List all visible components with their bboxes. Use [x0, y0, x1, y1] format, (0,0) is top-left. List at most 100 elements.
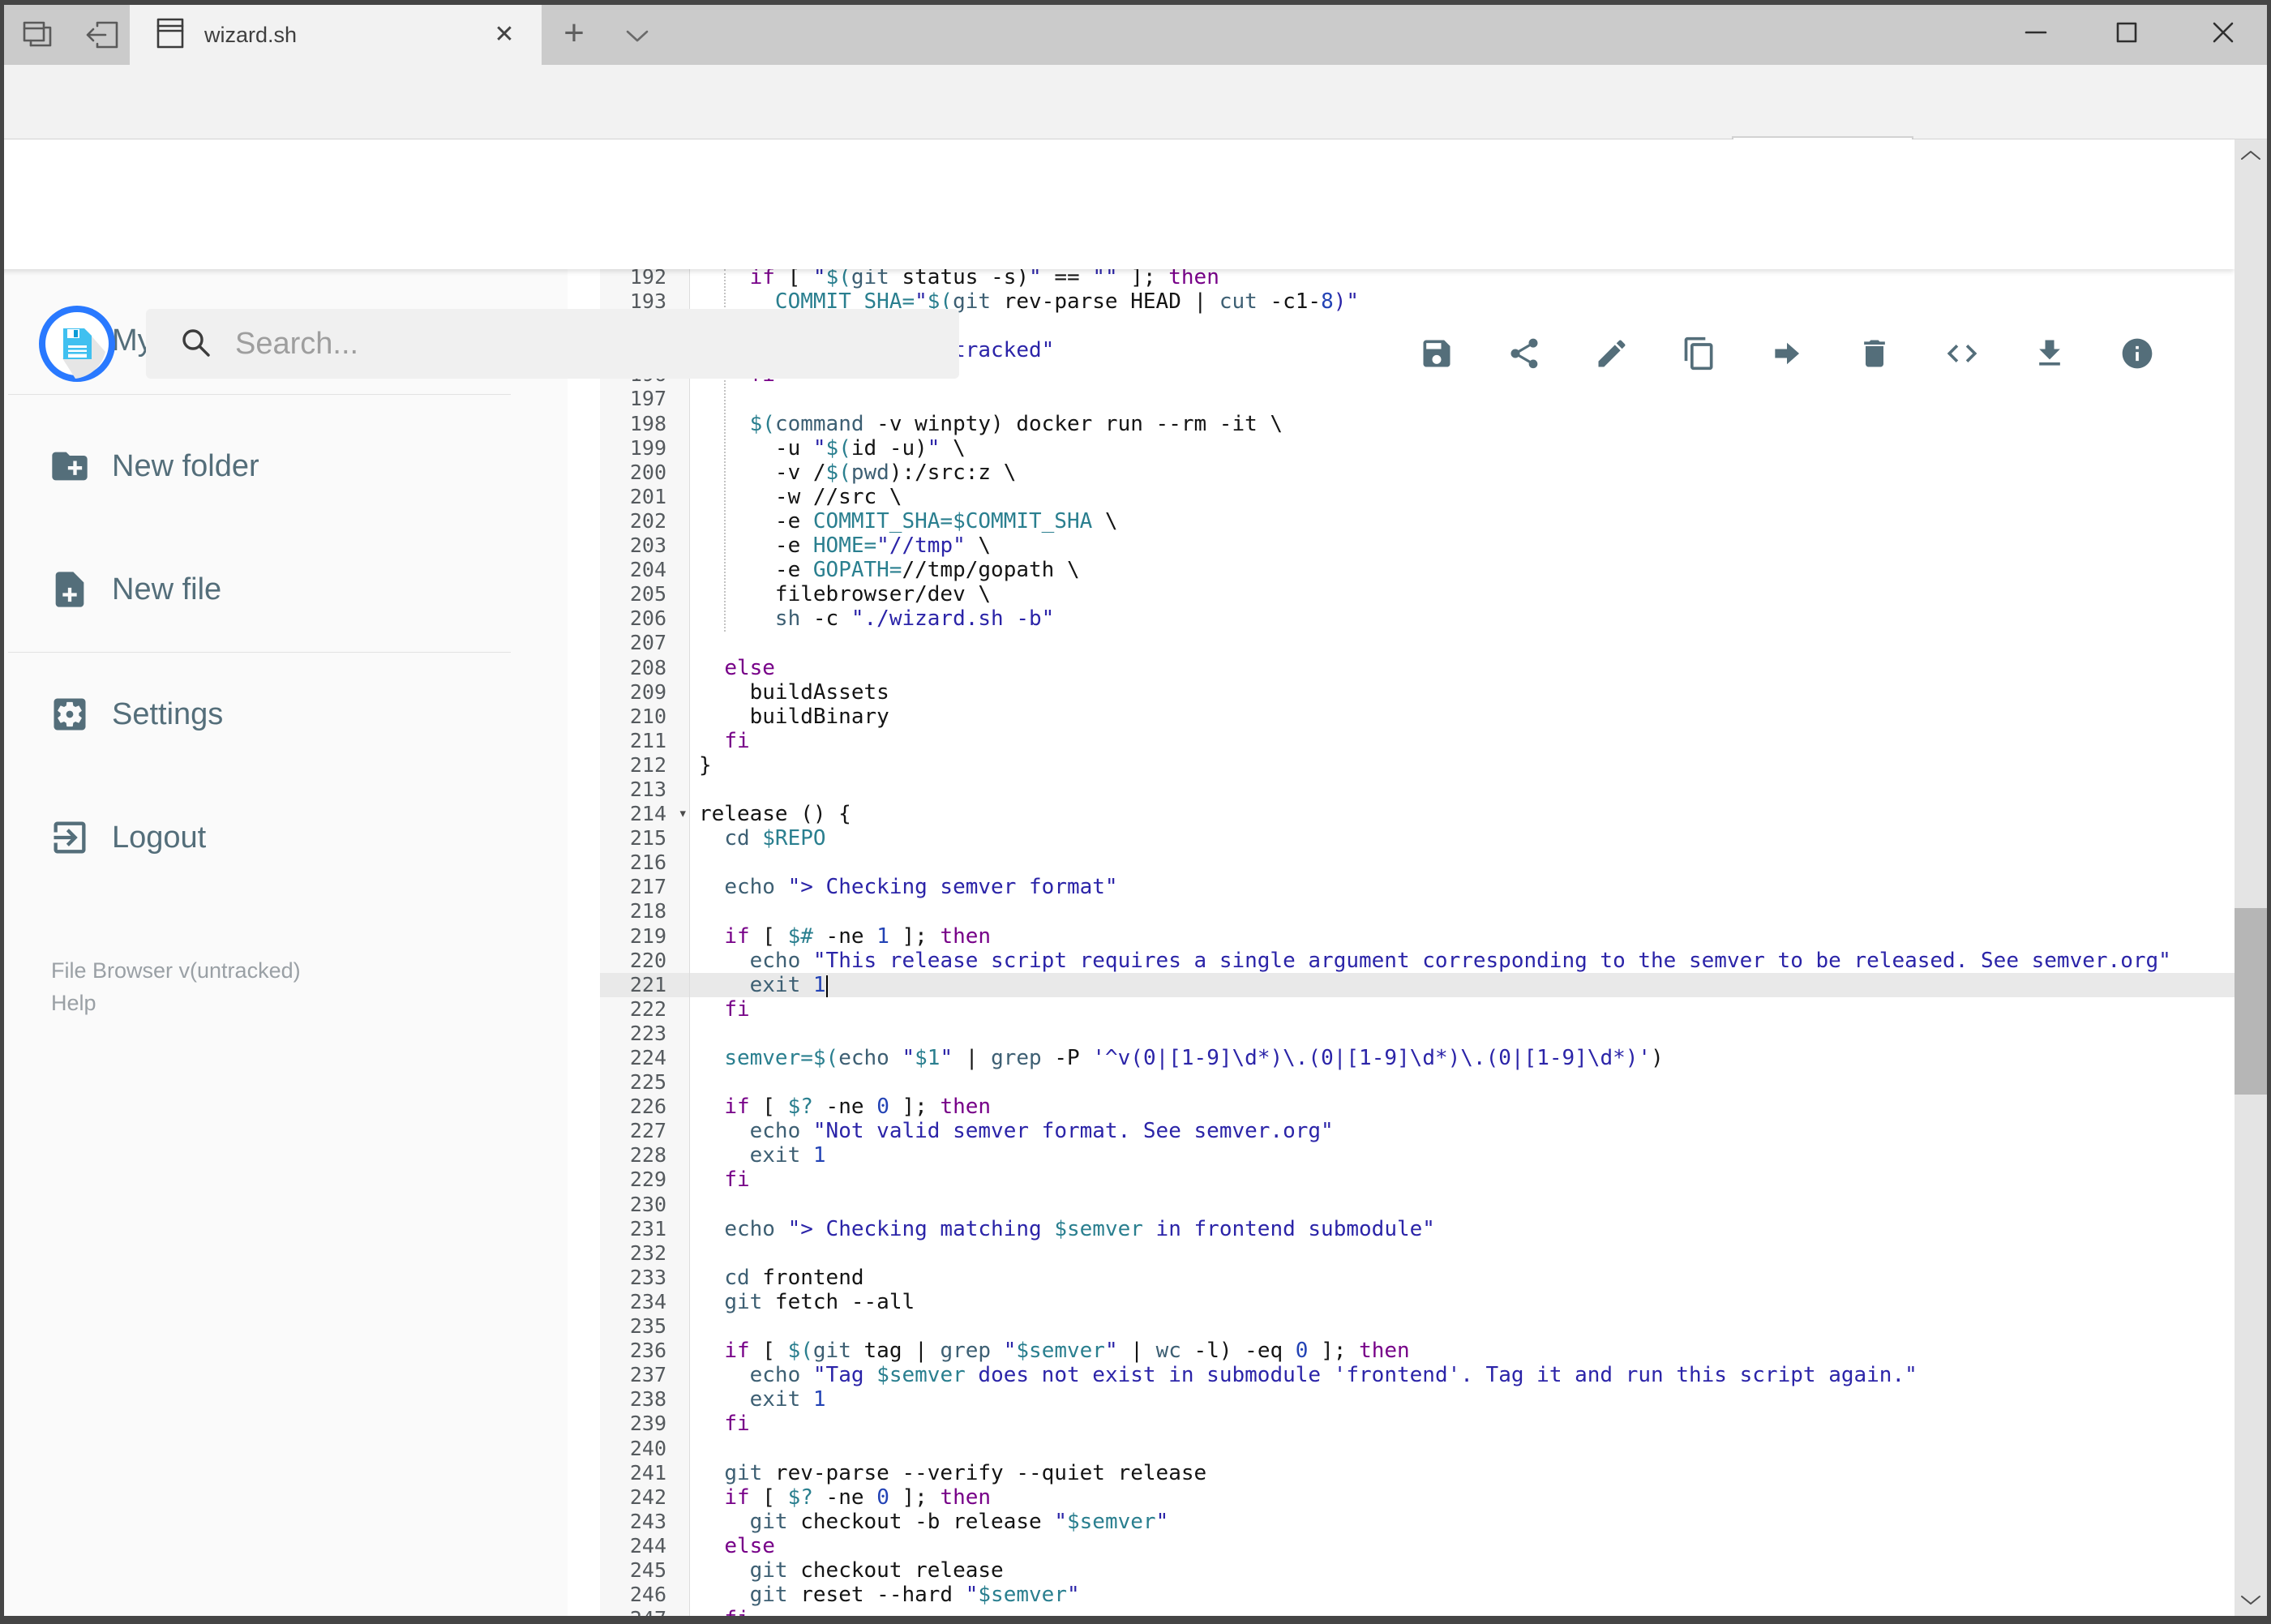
share-button[interactable]	[1506, 336, 1542, 371]
code-line[interactable]: 247 fi	[600, 1607, 2235, 1616]
code-line[interactable]: 212}	[600, 752, 2235, 778]
line-number[interactable]: 215	[600, 826, 690, 851]
tab-close-icon[interactable]: ✕	[486, 17, 522, 53]
code-line-text[interactable]: else	[690, 656, 2235, 680]
code-line-text[interactable]: git reset --hard "$semver"	[690, 1583, 2235, 1607]
code-line[interactable]: 242 if [ $? -ne 0 ]; then	[600, 1485, 2235, 1510]
line-number[interactable]: 229	[600, 1168, 690, 1193]
code-line[interactable]: 202 -e COMMIT_SHA=$COMMIT_SHA \	[600, 508, 2235, 534]
line-number[interactable]: 201	[600, 484, 690, 509]
code-line[interactable]: 240	[600, 1436, 2235, 1461]
code-line-text[interactable]: -w //src \	[690, 485, 2235, 509]
code-line[interactable]: 197	[600, 387, 2235, 412]
help-link[interactable]: Help	[51, 987, 301, 1019]
code-line[interactable]: 235	[600, 1314, 2235, 1339]
code-line-text[interactable]: git checkout -b release "$semver"	[690, 1510, 2235, 1534]
line-number[interactable]: 210	[600, 704, 690, 729]
code-line-text[interactable]: -e GOPATH=//tmp/gopath \	[690, 558, 2235, 582]
code-line[interactable]: 215 cd $REPO	[600, 826, 2235, 851]
line-number[interactable]: 241	[600, 1460, 690, 1485]
code-line[interactable]: 198 $(command -v winpty) docker run --rm…	[600, 411, 2235, 436]
line-number[interactable]: 224	[600, 1046, 690, 1071]
code-line-text[interactable]	[690, 631, 2235, 655]
line-number[interactable]: 235	[600, 1314, 690, 1339]
scrollbar-thumb[interactable]	[2235, 908, 2267, 1095]
code-line-text[interactable]	[690, 778, 2235, 802]
code-line-text[interactable]: git rev-parse --verify --quiet release	[690, 1461, 2235, 1485]
line-number[interactable]: 236	[600, 1339, 690, 1364]
code-line[interactable]: 219 if [ $# -ne 1 ]; then	[600, 923, 2235, 949]
line-number[interactable]: 240	[600, 1436, 690, 1461]
code-line-text[interactable]	[690, 387, 2235, 411]
line-number[interactable]: 222	[600, 996, 690, 1022]
copy-button[interactable]	[1682, 336, 1717, 371]
code-line-text[interactable]: if [ $? -ne 0 ]; then	[690, 1485, 2235, 1510]
code-line[interactable]: 245 git checkout release	[600, 1558, 2235, 1583]
line-number[interactable]: 221	[600, 972, 690, 997]
line-number[interactable]: 243	[600, 1509, 690, 1534]
code-line-text[interactable]: }	[690, 753, 2235, 778]
code-line-text[interactable]: git checkout release	[690, 1558, 2235, 1583]
line-number[interactable]: 228	[600, 1143, 690, 1168]
code-line-text[interactable]	[690, 1022, 2235, 1046]
sidebar-item-new-file[interactable]: New file	[0, 549, 519, 630]
code-line[interactable]: 239 fi	[600, 1412, 2235, 1437]
code-line-text[interactable]	[690, 1070, 2235, 1095]
code-line-text[interactable]: else	[690, 1534, 2235, 1558]
scroll-up-icon[interactable]	[2238, 146, 2264, 165]
code-line-text[interactable]: echo "This release script requires a sin…	[690, 949, 2235, 973]
move-button[interactable]	[1769, 336, 1805, 371]
code-line[interactable]: 205 filebrowser/dev \	[600, 582, 2235, 607]
code-editor[interactable]: 192 if [ "$(git status -s)" == "" ]; the…	[568, 269, 2235, 1616]
code-line[interactable]: 213	[600, 777, 2235, 803]
search-input[interactable]: Search...	[146, 309, 959, 379]
line-number[interactable]: 197	[600, 387, 690, 412]
code-line-text[interactable]: fi	[690, 997, 2235, 1022]
code-line-text[interactable]: -u "$(id -u)" \	[690, 436, 2235, 461]
code-line-text[interactable]: -v /$(pwd):/src:z \	[690, 461, 2235, 485]
code-line[interactable]: 222 fi	[600, 996, 2235, 1022]
line-number[interactable]: 225	[600, 1070, 690, 1095]
code-line[interactable]: 206 sh -c "./wizard.sh -b"	[600, 606, 2235, 632]
code-line[interactable]: 243 git checkout -b release "$semver"	[600, 1509, 2235, 1534]
code-line-text[interactable]: buildAssets	[690, 680, 2235, 705]
code-line-text[interactable]	[690, 899, 2235, 923]
info-button[interactable]	[2119, 336, 2155, 371]
code-line[interactable]: 214 ▾ release () {	[600, 802, 2235, 827]
code-line-text[interactable]: cd frontend	[690, 1266, 2235, 1290]
line-number[interactable]: 208	[600, 655, 690, 680]
line-number[interactable]: 209	[600, 679, 690, 705]
code-line-text[interactable]: fi	[690, 1412, 2235, 1436]
code-line-text[interactable]: exit 1	[690, 972, 2235, 997]
code-line[interactable]: 232	[600, 1240, 2235, 1266]
code-line[interactable]: 238 exit 1	[600, 1387, 2235, 1412]
line-number[interactable]: 231	[600, 1216, 690, 1241]
line-number[interactable]: 233	[600, 1265, 690, 1290]
line-number[interactable]: 226	[600, 1095, 690, 1120]
line-number[interactable]: 216	[600, 851, 690, 876]
code-line[interactable]: 207	[600, 631, 2235, 656]
code-line[interactable]: 217 echo "> Checking semver format"	[600, 875, 2235, 900]
code-line-text[interactable]: exit 1	[690, 1387, 2235, 1412]
code-line-text[interactable]: filebrowser/dev \	[690, 582, 2235, 606]
code-line-text[interactable]: buildBinary	[690, 705, 2235, 729]
code-line[interactable]: 208 else	[600, 655, 2235, 680]
code-line-text[interactable]	[690, 1193, 2235, 1217]
line-number[interactable]: 223	[600, 1021, 690, 1046]
line-number[interactable]: 232	[600, 1240, 690, 1266]
code-line-text[interactable]: fi	[690, 729, 2235, 753]
filebrowser-logo-icon[interactable]	[38, 305, 116, 383]
line-number[interactable]: 205	[600, 582, 690, 607]
line-number[interactable]: 192	[600, 269, 690, 290]
line-number[interactable]: 198	[600, 411, 690, 436]
code-line-text[interactable]: if [ "$(git status -s)" == "" ]; then	[690, 269, 2235, 289]
code-line-text[interactable]: if [ $? -ne 0 ]; then	[690, 1095, 2235, 1119]
window-maximize-button[interactable]	[2089, 5, 2165, 60]
code-line[interactable]: 224 semver=$(echo "$1" | grep -P '^v(0|[…	[600, 1046, 2235, 1071]
code-line[interactable]: 244 else	[600, 1533, 2235, 1558]
code-line-text[interactable]: if [ $# -ne 1 ]; then	[690, 924, 2235, 949]
line-number[interactable]: 246	[600, 1583, 690, 1608]
line-number[interactable]: 218	[600, 899, 690, 924]
delete-button[interactable]	[1857, 336, 1892, 371]
code-line[interactable]: 211 fi	[600, 728, 2235, 753]
